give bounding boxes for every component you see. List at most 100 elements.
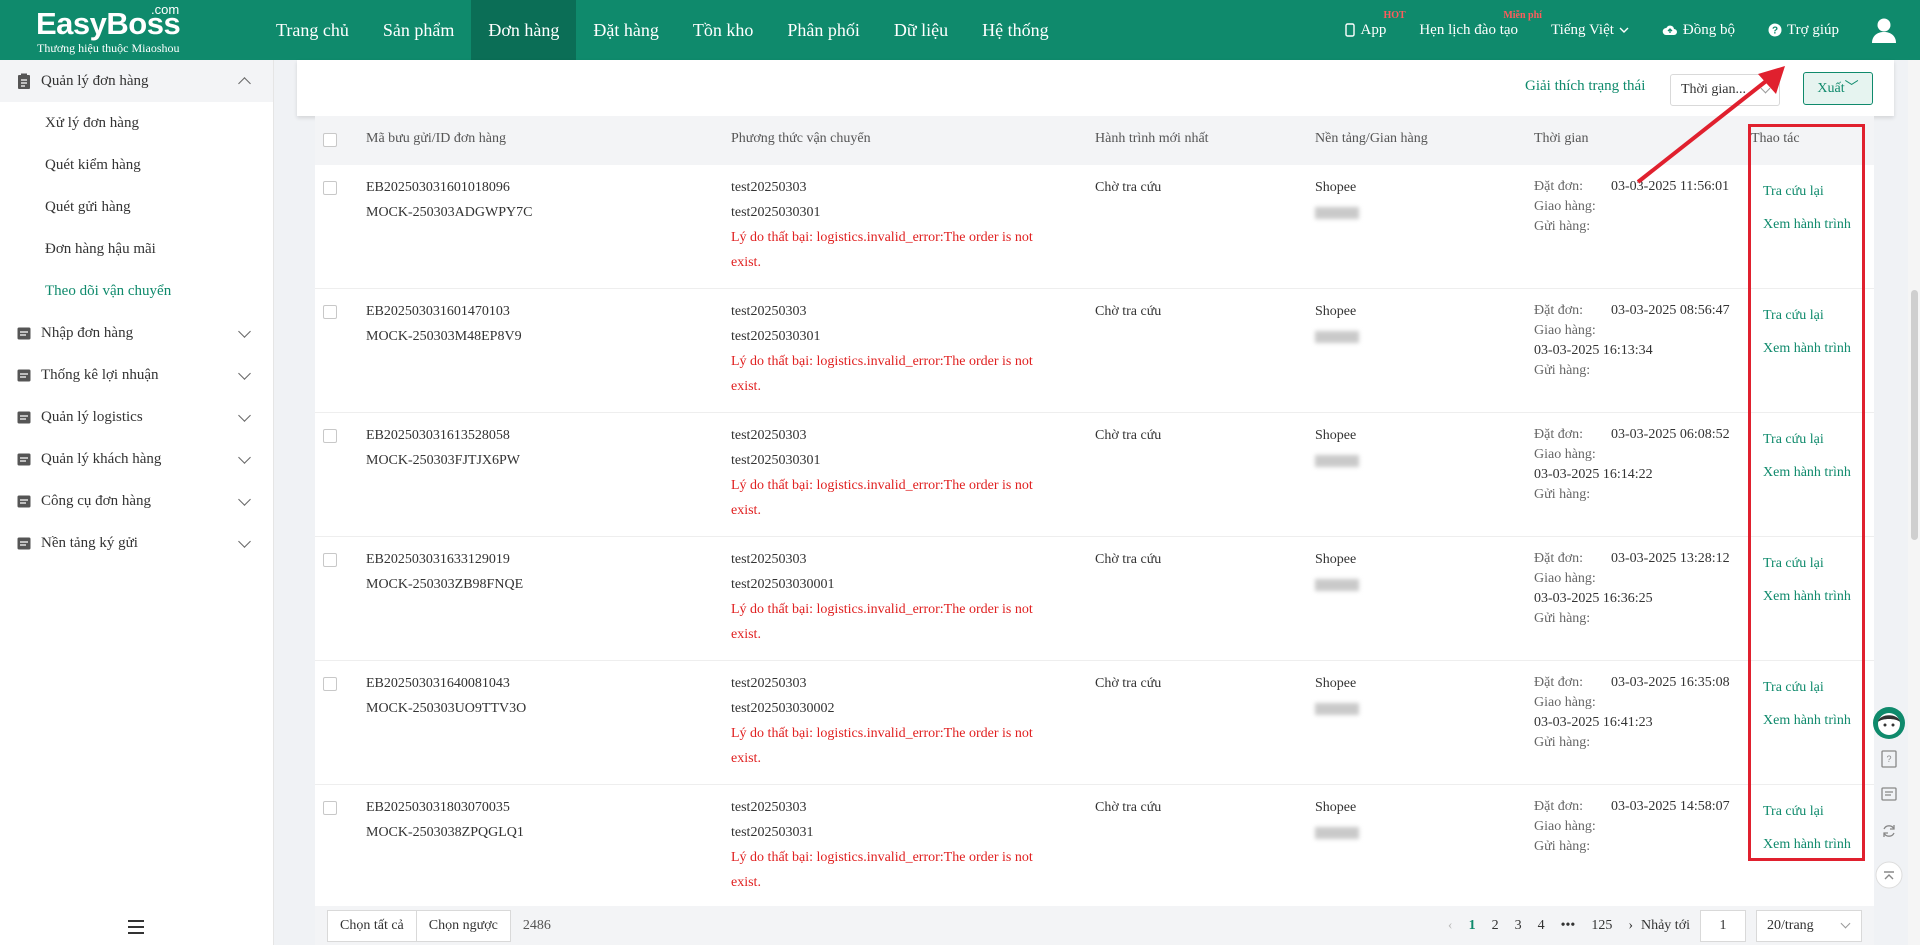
tracking-id: EB202503031633129019 xyxy=(366,552,510,567)
prev-page-icon[interactable]: ‹ xyxy=(1448,918,1453,934)
menu-collapse-icon[interactable] xyxy=(127,919,145,935)
blurred-shop-name xyxy=(1315,827,1359,839)
back-to-top-icon[interactable] xyxy=(1870,857,1908,893)
mock-order-id: MOCK-250303ZB98FNQE xyxy=(366,577,524,592)
sidebar-group-quan-ly-logistics[interactable]: Quản lý logistics xyxy=(0,396,273,438)
top-right-actions: App HOT Hẹn lịch đào tạo Miễn phí Tiếng … xyxy=(1345,0,1920,60)
scrollbar-thumb[interactable] xyxy=(1911,290,1918,540)
sidebar-item-xu-ly-don-hang[interactable]: Xử lý đơn hàng xyxy=(0,102,273,144)
failure-reason: Lý do thất bại: logistics.invalid_error:… xyxy=(731,602,1033,642)
order-time-value: 03-03-2025 16:35:08 xyxy=(1611,675,1730,690)
help-button[interactable]: ? Trợ giúp xyxy=(1768,22,1839,39)
table-row: EB202503031601470103 MOCK-250303M48EP8V9 t… xyxy=(315,289,1874,413)
platform-name: Shopee xyxy=(1315,428,1357,443)
nav-item-ton-kho[interactable]: Tồn kho xyxy=(676,0,771,60)
consignment-icon xyxy=(16,535,33,552)
page-4[interactable]: 4 xyxy=(1538,918,1545,934)
row-checkbox[interactable] xyxy=(323,801,337,815)
row-checkbox[interactable] xyxy=(323,429,337,443)
pagination-ellipsis[interactable]: ••• xyxy=(1561,918,1576,934)
shipping-sub-method: test2025030301 xyxy=(731,453,821,468)
sidebar-group-label: Quản lý logistics xyxy=(41,408,143,425)
language-selector[interactable]: Tiếng Việt xyxy=(1551,22,1629,39)
nav-item-he-thong[interactable]: Hệ thống xyxy=(965,0,1066,60)
ship-time-label: Gửi hàng: xyxy=(1534,735,1591,750)
support-avatar-icon[interactable] xyxy=(1870,705,1908,741)
page-2[interactable]: 2 xyxy=(1492,918,1499,934)
training-link[interactable]: Hẹn lịch đào tạo Miễn phí xyxy=(1419,10,1542,39)
status-explanation-link[interactable]: Giải thích trạng thái xyxy=(1525,78,1645,95)
shipping-method: test20250303 xyxy=(731,304,807,319)
sidebar-group-quan-ly-khach-hang[interactable]: Quản lý khách hàng xyxy=(0,438,273,480)
sync-button[interactable]: Đồng bộ xyxy=(1662,22,1735,39)
shipping-method: test20250303 xyxy=(731,676,807,691)
nav-item-dat-hang[interactable]: Đặt hàng xyxy=(576,0,675,60)
refresh-icon[interactable] xyxy=(1870,813,1908,849)
total-count: 2486 xyxy=(522,917,551,933)
nav-item-phan-phoi[interactable]: Phân phối xyxy=(770,0,877,60)
order-time-label: Đặt đơn: xyxy=(1534,675,1584,690)
order-time-label: Đặt đơn: xyxy=(1534,427,1584,442)
brand-subtitle: Thương hiệu thuộc Miaoshou xyxy=(37,41,180,55)
nav-item-trang-chu[interactable]: Trang chủ xyxy=(259,0,366,60)
col-header-platform: Nền tảng/Gian hàng xyxy=(1315,131,1428,146)
sidebar-item-quet-kiem-hang[interactable]: Quét kiểm hàng xyxy=(0,144,273,186)
sidebar-item-quet-gui-hang[interactable]: Quét gửi hàng xyxy=(0,186,273,228)
app-link[interactable]: App HOT xyxy=(1345,10,1406,39)
chevron-down-icon xyxy=(238,367,251,380)
next-page-icon[interactable]: › xyxy=(1628,918,1633,934)
ship-time-label: Gửi hàng: xyxy=(1534,839,1591,854)
page-last[interactable]: 125 xyxy=(1591,918,1612,934)
shipping-sub-method: test2025030301 xyxy=(731,205,821,220)
ship-time-label: Gửi hàng: xyxy=(1534,219,1591,234)
sidebar-group-cong-cu-don-hang[interactable]: Công cụ đơn hàng xyxy=(0,480,273,522)
select-all-button[interactable]: Chọn tất cả xyxy=(327,909,417,942)
platform-name: Shopee xyxy=(1315,676,1357,691)
sidebar-group-order-management[interactable]: Quản lý đơn hàng xyxy=(0,60,273,102)
question-doc-icon[interactable]: ? xyxy=(1870,741,1908,777)
invert-selection-button[interactable]: Chọn ngược xyxy=(416,909,511,942)
blurred-shop-name xyxy=(1315,579,1359,591)
ship-time-label: Gửi hàng: xyxy=(1534,487,1591,502)
sidebar-item-don-hang-hau-mai[interactable]: Đơn hàng hậu mãi xyxy=(0,228,273,270)
annotation-arrow xyxy=(1636,66,1785,184)
mock-order-id: MOCK-250303FJTJX6PW xyxy=(366,453,521,468)
platform-name: Shopee xyxy=(1315,552,1357,567)
select-all-checkbox[interactable] xyxy=(323,133,337,147)
feedback-icon[interactable] xyxy=(1870,777,1908,813)
actions-column-highlight xyxy=(1748,124,1865,861)
easyboss-logo[interactable]: EasyBoss .com Thương hiệu thuộc Miaoshou xyxy=(36,2,216,56)
sidebar-group-nhap-don-hang[interactable]: Nhập đơn hàng xyxy=(0,312,273,354)
delivery-time-value: 03-03-2025 16:36:25 xyxy=(1534,591,1653,606)
pagination: ‹ 1234 ••• 125 › Nhảy tới 1 20/trang xyxy=(1440,906,1874,945)
row-checkbox[interactable] xyxy=(323,553,337,567)
sidebar-group-nen-tang-ky-gui[interactable]: Nền tảng ký gửi xyxy=(0,522,273,564)
nav-item-du-lieu[interactable]: Dữ liệu xyxy=(877,0,965,60)
nav-item-san-pham[interactable]: Sản phẩm xyxy=(366,0,472,60)
hot-badge: HOT xyxy=(1383,9,1406,21)
tracking-id: EB202503031640081043 xyxy=(366,676,510,691)
failure-reason: Lý do thất bại: logistics.invalid_error:… xyxy=(731,850,1033,890)
tools-icon xyxy=(16,493,33,510)
row-checkbox[interactable] xyxy=(323,677,337,691)
page-1[interactable]: 1 xyxy=(1469,918,1476,934)
mock-order-id: MOCK-250303M48EP8V9 xyxy=(366,329,522,344)
goto-page-input[interactable]: 1 xyxy=(1700,909,1746,942)
page-scrollbar[interactable] xyxy=(1908,60,1920,945)
user-avatar-icon[interactable] xyxy=(1872,17,1896,43)
delivery-time-value: 03-03-2025 16:14:22 xyxy=(1534,467,1653,482)
row-checkbox[interactable] xyxy=(323,181,337,195)
page-3[interactable]: 3 xyxy=(1515,918,1522,934)
export-button[interactable]: Xuất﹀ xyxy=(1803,72,1873,105)
per-page-select[interactable]: 20/trang xyxy=(1756,909,1862,942)
delivery-time-label: Giao hàng: xyxy=(1534,447,1596,462)
sidebar-item-theo-doi-van-chuyen[interactable]: Theo dõi vận chuyển xyxy=(0,270,273,312)
shipping-method: test20250303 xyxy=(731,180,807,195)
nav-item-don-hang[interactable]: Đơn hàng xyxy=(471,0,577,60)
chevron-down-icon xyxy=(238,535,251,548)
journey-status: Chờ tra cứu xyxy=(1095,552,1162,567)
order-time-value: 03-03-2025 14:58:07 xyxy=(1611,799,1730,814)
row-checkbox[interactable] xyxy=(323,305,337,319)
sidebar-group-label: Thống kê lợi nhuận xyxy=(41,366,159,383)
sidebar-group-thong-ke-loi-nhuan[interactable]: Thống kê lợi nhuận xyxy=(0,354,273,396)
